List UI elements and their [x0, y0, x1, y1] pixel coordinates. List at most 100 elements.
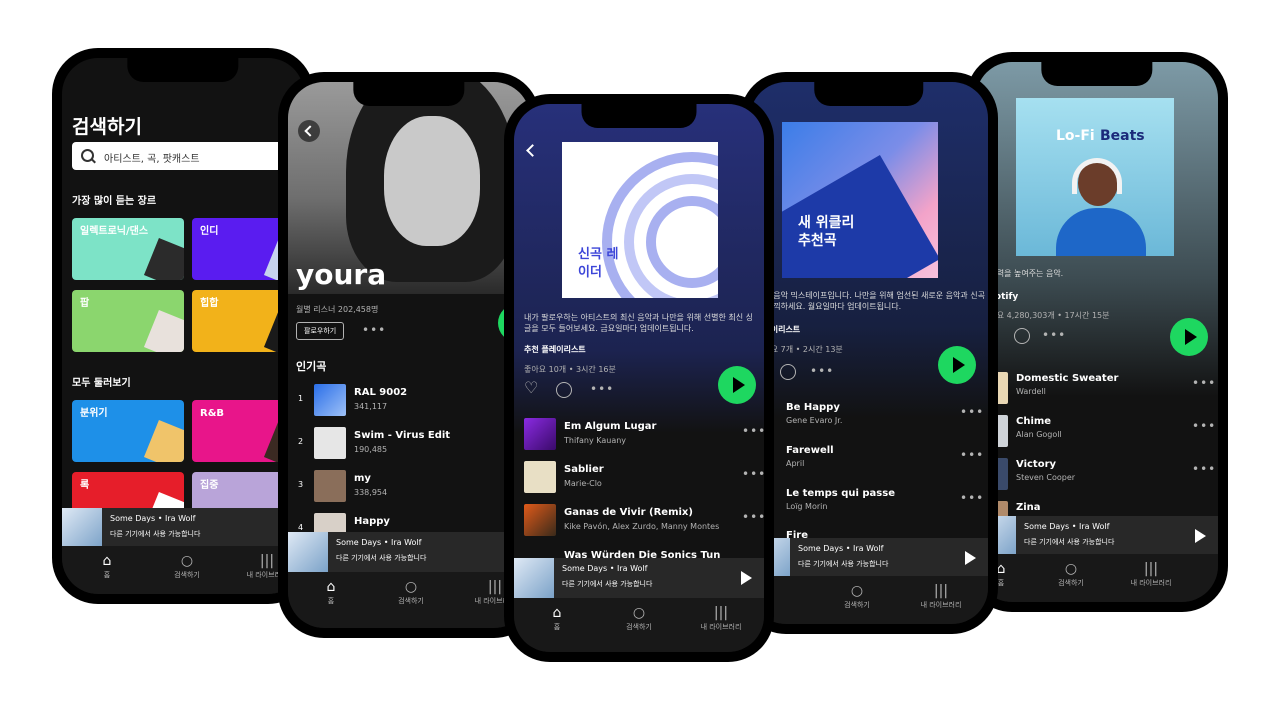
- track-artist: Alan Gogoll: [1016, 430, 1062, 439]
- track-title: Sablier: [564, 464, 604, 475]
- nav-library[interactable]: ||| 내 라이브러리: [686, 604, 756, 632]
- more-options-icon[interactable]: •••: [1192, 462, 1216, 476]
- nav-search[interactable]: ○ 검색하기: [376, 578, 446, 606]
- cover-person-body: [1056, 208, 1146, 256]
- more-options-icon[interactable]: •••: [960, 491, 984, 505]
- heart-icon[interactable]: ♡: [524, 378, 538, 397]
- search-icon-handle: [91, 158, 96, 164]
- nav-label: 내 라이브러리: [920, 601, 962, 609]
- more-options-icon[interactable]: •••: [742, 510, 764, 524]
- mini-player[interactable]: Some Days • Ira Wolf 다른 기기에서 사용 가능합니다: [514, 558, 764, 598]
- track-artist: Thifany Kauany: [564, 436, 627, 445]
- monthly-listeners: 월별 리스너 202,458명: [296, 305, 379, 314]
- track-artist: Kike Pavón, Alex Zurdo, Manny Montes: [564, 522, 720, 531]
- track-title: Ganas de Vivir (Remix): [564, 507, 693, 518]
- phone-search-screen: 검색하기 아티스트, 곡, 팟캐스트 가장 많이 듣는 장르 일렉트로닉/댄스 …: [52, 48, 314, 604]
- play-button[interactable]: [1170, 318, 1208, 356]
- more-options-icon[interactable]: •••: [960, 405, 984, 419]
- mini-player[interactable]: Some Days • Ira Wolf 다른 기기에서 사용 가능합니다: [62, 508, 304, 548]
- nav-label: 내 라이브러리: [700, 623, 742, 631]
- phone-release-radar-screen: 신곡 레이더 내가 팔로우하는 아티스트의 최신 음악과 나만을 위해 선별한 …: [504, 94, 774, 662]
- track-title: Happy: [354, 516, 390, 527]
- mini-player-device: 다른 기기에서 사용 가능합니다: [336, 554, 427, 562]
- browse-tile-label: 분위기: [80, 408, 108, 419]
- search-icon: ○: [850, 583, 864, 599]
- genre-tile-pop[interactable]: 팝: [72, 290, 184, 352]
- top-genres-heading: 가장 많이 듣는 장르: [72, 196, 157, 207]
- bottom-nav: ⌂홈 ○검색하기 |||내 라이브러리: [288, 572, 530, 628]
- search-input[interactable]: 아티스트, 곡, 팟캐스트: [72, 142, 302, 170]
- more-options-icon[interactable]: •••: [1192, 376, 1216, 390]
- browse-tile-image: [143, 419, 184, 462]
- nav-search[interactable]: ○ 검색하기: [152, 552, 222, 580]
- track-title: Farewell: [786, 445, 834, 456]
- popular-heading: 인기곡: [296, 360, 327, 373]
- track-artist: Gene Evaro Jr.: [786, 416, 843, 425]
- nav-search[interactable]: ○ 검색하기: [604, 604, 674, 632]
- track-rank: 4: [298, 523, 304, 532]
- more-options-icon[interactable]: •••: [1192, 419, 1216, 433]
- nav-library[interactable]: ||| 내 라이브러리: [1116, 560, 1186, 588]
- play-button[interactable]: [718, 366, 756, 404]
- more-options-icon[interactable]: •••: [810, 364, 834, 378]
- nav-home[interactable]: ⌂홈: [72, 552, 142, 580]
- more-options-icon[interactable]: •••: [742, 424, 764, 438]
- mini-player-title: Some Days • Ira Wolf: [110, 514, 196, 523]
- playlist-meta: 좋아요 10개 • 3시간 16분: [524, 365, 616, 374]
- mini-player[interactable]: Some Days • Ira Wolf 다른 기기에서 사용 가능합니다: [976, 516, 1218, 556]
- mini-player[interactable]: Some Days • Ira Wolf 다른 기기에서 사용 가능합니다: [750, 538, 988, 578]
- download-icon[interactable]: [556, 382, 572, 398]
- mini-player[interactable]: Some Days • Ira Wolf 다른 기기에서 사용 가능합니다: [288, 532, 530, 572]
- playlist-description: 신곡 음악 믹스테이프입니다. 나만을 위해 엄선된 새로운 음악과 신곡을 만…: [756, 291, 985, 311]
- track-artist: Steven Cooper: [1016, 473, 1076, 482]
- more-options-icon[interactable]: •••: [590, 382, 614, 396]
- nav-label: 검색하기: [844, 601, 870, 609]
- nav-label: 검색하기: [1058, 579, 1084, 587]
- search-placeholder: 아티스트, 곡, 팟캐스트: [104, 154, 200, 165]
- follow-button[interactable]: 팔로우하기: [296, 322, 344, 340]
- nav-home[interactable]: ⌂홈: [296, 578, 366, 606]
- play-icon[interactable]: [965, 551, 976, 565]
- nav-label: 홈: [327, 597, 335, 605]
- mini-player-device: 다른 기기에서 사용 가능합니다: [1024, 538, 1115, 546]
- mini-player-title: Some Days • Ira Wolf: [798, 544, 884, 553]
- mini-player-title: Some Days • Ira Wolf: [562, 564, 648, 573]
- play-button[interactable]: [938, 346, 976, 384]
- back-button[interactable]: [298, 120, 320, 142]
- track-cover: [524, 461, 556, 493]
- track-title: Swim - Virus Edit: [354, 430, 451, 441]
- download-icon[interactable]: [1014, 328, 1030, 344]
- artist-face: [384, 116, 480, 246]
- nav-library[interactable]: ||| 내 라이브러리: [906, 582, 976, 610]
- phone-notch: [353, 82, 465, 106]
- browse-tile-mood[interactable]: 분위기: [72, 400, 184, 462]
- genre-tile-label: 힙합: [200, 298, 219, 309]
- nav-search[interactable]: ○ 검색하기: [1036, 560, 1106, 588]
- mini-player-device: 다른 기기에서 사용 가능합니다: [562, 580, 653, 588]
- track-plays: 341,117: [354, 402, 388, 411]
- track-title: RAL 9002: [354, 387, 408, 398]
- nav-home[interactable]: ⌂홈: [522, 604, 592, 632]
- more-options-icon[interactable]: •••: [1042, 328, 1066, 342]
- genre-tile-image: [143, 237, 184, 280]
- track-rank: 2: [298, 437, 304, 446]
- nav-search[interactable]: ○ 검색하기: [822, 582, 892, 610]
- more-options-icon[interactable]: •••: [742, 467, 764, 481]
- browse-tile-label: R&B: [200, 408, 225, 419]
- cover-title: 새 위클리 추천곡: [798, 215, 855, 249]
- genre-tile-electronic[interactable]: 일렉트로닉/댄스: [72, 218, 184, 280]
- playlist-cover-lofi: Lo-Fi Beats: [1016, 98, 1174, 256]
- play-icon[interactable]: [1195, 529, 1206, 543]
- download-icon[interactable]: [780, 364, 796, 380]
- nav-label: 홈: [103, 571, 111, 579]
- chevron-left-icon[interactable]: [526, 144, 539, 157]
- mini-player-cover: [514, 558, 554, 598]
- play-icon[interactable]: [741, 571, 752, 585]
- more-options-icon[interactable]: •••: [960, 448, 984, 462]
- headphones-icon: [1072, 158, 1122, 194]
- track-title: my: [354, 473, 371, 484]
- playlist-cover-weekly: 새 위클리 추천곡: [782, 122, 938, 278]
- browse-all-heading: 모두 둘러보기: [72, 378, 131, 389]
- track-artist: Wardell: [1016, 387, 1046, 396]
- more-options-icon[interactable]: •••: [362, 323, 386, 337]
